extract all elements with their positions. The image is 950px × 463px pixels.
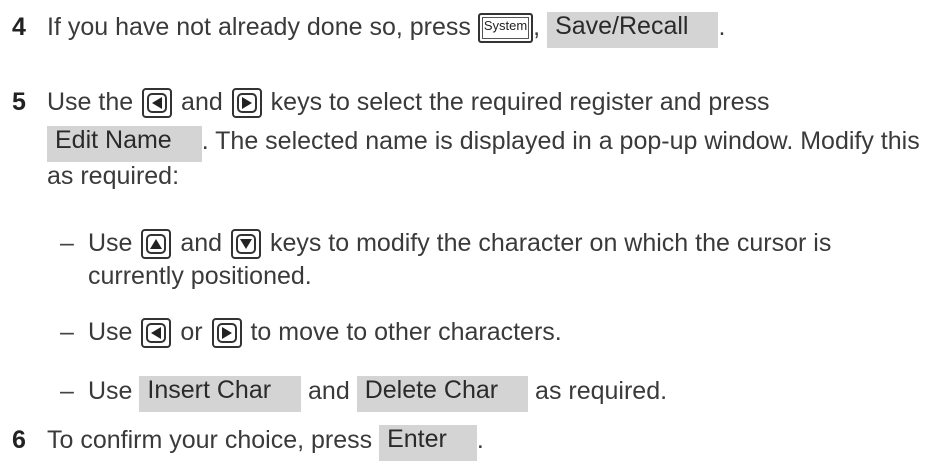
step-4-text: If you have not already done so, press S… [47, 12, 725, 48]
step-text: keys to modify the character on which th… [263, 229, 832, 257]
step-text: as required. [528, 377, 668, 405]
step-text: to move to other characters. [243, 318, 562, 346]
step-text: and [173, 229, 230, 257]
step-text: and [301, 377, 357, 405]
bullet-dash: – [60, 318, 74, 346]
delete-char-softkey: Delete Char [356, 376, 529, 412]
step-number: 6 [12, 426, 26, 454]
enter-softkey: Enter [379, 425, 477, 461]
left-arrow-key-icon [142, 88, 173, 119]
bullet-2: Use or to move to other characters. [88, 317, 562, 349]
edit-name-softkey: Edit Name [47, 126, 202, 162]
period: . [476, 426, 484, 454]
step-text: keys to select the required register and… [263, 88, 770, 116]
step-text: as required: [47, 162, 180, 190]
step-number: 5 [12, 88, 26, 116]
step-text: Use [88, 229, 140, 257]
bullet-dash: – [60, 377, 74, 405]
step-text: Use [88, 318, 140, 346]
insert-char-softkey: Insert Char [139, 376, 302, 412]
bullet-1-line-1: Use and keys to modify the character on … [88, 228, 832, 260]
step-text: Use the [47, 88, 141, 116]
bullet-1-line-2: currently positioned. [88, 261, 312, 291]
step-5-line-2: Edit Name. The selected name is displaye… [47, 126, 920, 162]
step-5-line-1: Use the and keys to select the required … [47, 87, 770, 119]
step-text: To confirm your choice, press [47, 426, 380, 454]
right-arrow-key-icon [211, 318, 242, 349]
step-text: or [173, 318, 210, 346]
save-recall-softkey: Save/Recall [547, 12, 719, 48]
period: . [718, 13, 726, 41]
step-5-line-3: as required: [47, 161, 179, 191]
system-key-icon: System [477, 13, 534, 44]
bullet-dash: – [60, 229, 74, 257]
step-6-text: To confirm your choice, press Enter. [47, 425, 484, 461]
step-text: and [174, 88, 230, 116]
step-text: . The selected name is displayed in a po… [201, 127, 920, 155]
right-arrow-key-icon [231, 88, 262, 119]
up-arrow-key-icon [141, 229, 172, 260]
left-arrow-key-icon [141, 318, 172, 349]
comma: , [533, 13, 541, 41]
step-number: 4 [12, 13, 26, 41]
step-text: currently positioned. [88, 262, 312, 290]
step-text: If you have not already done so, press [47, 13, 478, 41]
step-text: Use [88, 377, 140, 405]
bullet-3: Use Insert Char and Delete Char as requi… [88, 376, 667, 412]
down-arrow-key-icon [231, 229, 262, 260]
